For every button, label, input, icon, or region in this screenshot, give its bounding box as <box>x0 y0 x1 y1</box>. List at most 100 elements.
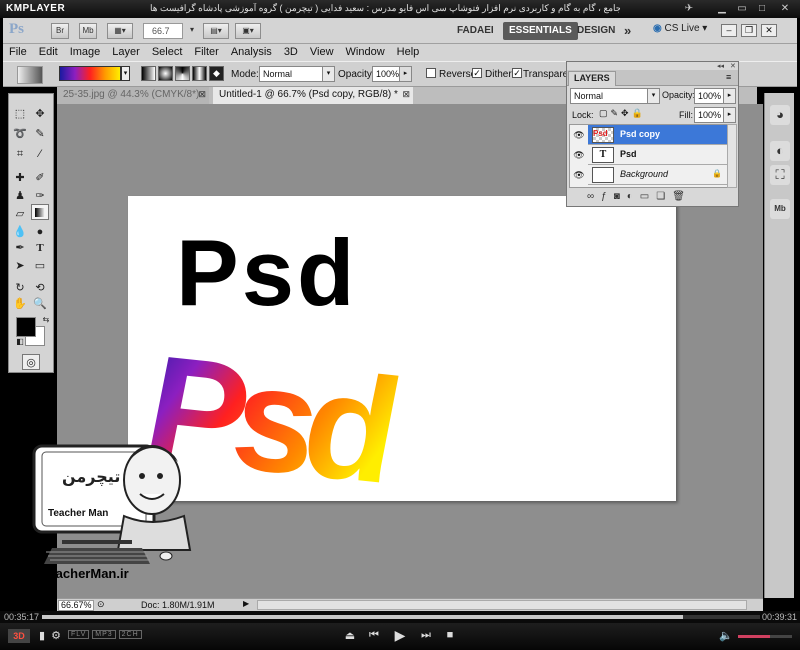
gradient-tool-icon[interactable] <box>31 204 49 220</box>
cs-live-menu[interactable]: ◉ CS Live ▾ <box>653 23 707 34</box>
menu-edit[interactable]: Edit <box>33 44 64 61</box>
visibility-eye-icon[interactable]: 👁 <box>572 165 586 185</box>
new-layer-icon[interactable]: ❏ <box>656 191 672 202</box>
menu-help[interactable]: Help <box>391 44 426 61</box>
layer-row-background[interactable]: Background 🔒 <box>588 165 728 185</box>
workspace-design[interactable]: DESIGN <box>571 22 621 40</box>
tab-untitled-1[interactable]: Untitled-1 @ 66.7% (Psd copy, RGB/8) * ⊠ <box>213 87 413 104</box>
reverse-checkbox[interactable] <box>426 68 436 78</box>
move-tool-icon[interactable]: ✥ <box>31 106 49 122</box>
eraser-tool-icon[interactable]: ▱ <box>11 206 29 222</box>
settings-gear-icon[interactable]: ⚙ <box>48 629 64 642</box>
menu-file[interactable]: File <box>3 44 33 61</box>
seek-track[interactable] <box>42 615 760 619</box>
player-close-button[interactable]: ✕ <box>778 2 792 15</box>
ps-close-button[interactable]: ✕ <box>761 24 777 37</box>
opacity-input[interactable]: 100% ▸ <box>372 66 412 82</box>
color-panel-icon[interactable]: ◕ <box>770 105 790 125</box>
gradient-swatch[interactable] <box>59 66 121 81</box>
volume-icon[interactable]: 🔈 <box>718 629 734 642</box>
player-logo[interactable]: KMPLAYER <box>6 3 65 14</box>
eject-icon[interactable]: ⏏ <box>342 629 358 642</box>
panel-menu-icon[interactable]: ≡ <box>726 72 731 82</box>
3d-rotate-tool-icon[interactable]: ↻ <box>11 280 29 296</box>
fill-input[interactable]: 100% ▸ <box>694 107 736 123</box>
diamond-gradient-button[interactable]: ◆ <box>209 66 224 81</box>
reflected-gradient-button[interactable] <box>192 66 207 81</box>
player-seek-bar[interactable]: 00:35:17 00:39:31 <box>0 611 800 623</box>
pin-icon[interactable]: ✈ <box>682 2 696 15</box>
layer-blend-mode-select[interactable]: Normal ▾ <box>570 88 660 104</box>
tool-preset-picker[interactable] <box>17 66 43 84</box>
healing-brush-tool-icon[interactable]: ✚ <box>11 170 29 186</box>
angle-gradient-button[interactable] <box>175 66 190 81</box>
menu-window[interactable]: Window <box>340 44 391 61</box>
arrange-documents-button[interactable]: ▤▾ <box>203 23 229 39</box>
quick-mask-icon[interactable]: ◎ <box>22 354 40 370</box>
status-menu-arrow-icon[interactable]: ▶ <box>243 599 249 608</box>
dodge-tool-icon[interactable]: ● <box>31 224 49 240</box>
add-mask-icon[interactable]: ◙ <box>614 191 627 202</box>
path-selection-tool-icon[interactable]: ➤ <box>11 258 29 274</box>
quick-selection-tool-icon[interactable]: ✎ <box>31 126 49 142</box>
workspace-fadaei[interactable]: FADAEI <box>451 22 500 40</box>
zoom-tool-icon[interactable]: 🔍 <box>31 296 49 312</box>
more-workspaces-icon[interactable]: » <box>618 22 637 40</box>
layers-scrollbar[interactable] <box>727 124 737 188</box>
clone-stamp-tool-icon[interactable]: ♟ <box>11 188 29 204</box>
link-layers-icon[interactable]: ∞ <box>587 191 601 202</box>
collapse-panel-icon[interactable]: ◂◂ <box>717 62 724 70</box>
marquee-tool-icon[interactable]: ⬚ <box>11 106 29 122</box>
panel-close-icon[interactable]: ✕ <box>730 62 736 70</box>
crop-tool-icon[interactable]: ⌗ <box>11 146 29 162</box>
lock-options-icons[interactable]: ▢✎✥🔒 <box>599 108 646 119</box>
screen-mode-button[interactable]: ▣▾ <box>235 23 261 39</box>
gradient-picker-dropdown-icon[interactable]: ▾ <box>121 66 130 81</box>
rectangle-tool-icon[interactable]: ▭ <box>31 258 49 274</box>
tab-25-35-jpg[interactable]: 25-35.jpg @ 44.3% (CMYK/8*) ⊠ <box>57 87 209 104</box>
menu-analysis[interactable]: Analysis <box>225 44 278 61</box>
player-minimize-button[interactable]: ▁ <box>715 2 729 15</box>
tab-layers[interactable]: LAYERS <box>568 71 616 86</box>
new-group-icon[interactable]: ▭ <box>640 191 656 202</box>
transparency-checkbox[interactable]: ✓ <box>512 68 522 78</box>
bridge-button[interactable]: Br <box>51 23 69 39</box>
hand-tool-icon[interactable]: ✋ <box>11 296 29 312</box>
horizontal-scrollbar[interactable] <box>257 600 747 610</box>
layer-style-icon[interactable]: ƒ <box>601 191 614 202</box>
foreground-color-swatch[interactable] <box>16 317 36 337</box>
mini-bridge-panel-icon[interactable]: Mb <box>770 199 790 219</box>
player-fullscreen-button[interactable]: ▭ <box>735 2 749 15</box>
close-icon[interactable]: ⊠ <box>402 89 410 100</box>
ps-restore-button[interactable]: ❐ <box>741 24 757 37</box>
brush-tool-icon[interactable]: ✐ <box>31 170 49 186</box>
blur-tool-icon[interactable]: 💧 <box>11 224 29 240</box>
next-icon[interactable]: ⏭ <box>418 629 434 642</box>
linear-gradient-button[interactable] <box>141 66 156 81</box>
status-zoom-field[interactable]: 66.67% <box>58 600 94 611</box>
menu-image[interactable]: Image <box>64 44 107 61</box>
type-tool-icon[interactable]: T <box>31 240 49 256</box>
menu-select[interactable]: Select <box>146 44 189 61</box>
delete-layer-icon[interactable]: 🗑 <box>672 191 692 202</box>
lasso-tool-icon[interactable]: ➰ <box>11 126 29 142</box>
eyedropper-tool-icon[interactable]: ⁄ <box>31 146 49 162</box>
play-icon[interactable]: ▶ <box>392 627 408 644</box>
pen-tool-icon[interactable]: ✒ <box>11 240 29 256</box>
menu-layer[interactable]: Layer <box>106 44 146 61</box>
layer-opacity-input[interactable]: 100% ▸ <box>694 88 736 104</box>
layer-row-psd[interactable]: T Psd <box>588 145 728 165</box>
masks-panel-icon[interactable]: ⛶ <box>770 165 790 185</box>
stop-icon[interactable]: ■ <box>442 629 458 641</box>
mode-select[interactable]: Normal ▾ <box>259 66 335 82</box>
menu-view[interactable]: View <box>304 44 340 61</box>
adjustments-panel-icon[interactable]: ◐ <box>770 141 790 161</box>
view-extras-button[interactable]: ▦▾ <box>107 23 133 39</box>
close-icon[interactable]: ⊠ <box>198 89 206 100</box>
swap-colors-icon[interactable]: ⇆ <box>37 312 55 328</box>
3d-orbit-tool-icon[interactable]: ⟲ <box>31 280 49 296</box>
adjustment-layer-icon[interactable]: ◐ <box>627 191 640 202</box>
zoom-level-field[interactable]: 66.7 <box>143 23 183 39</box>
status-zoom-icon[interactable]: ⊙ <box>97 599 105 610</box>
previous-icon[interactable]: ⏮ <box>366 629 382 642</box>
